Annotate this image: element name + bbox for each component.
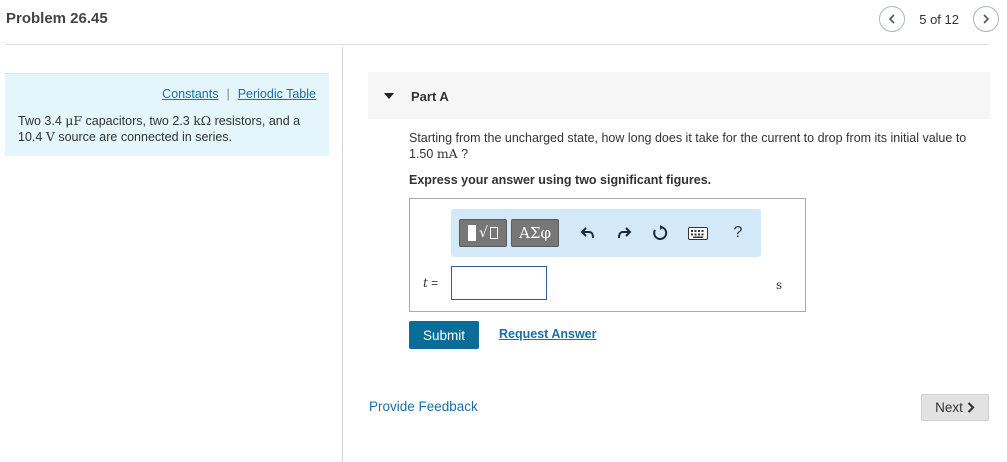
- keyboard-icon[interactable]: [688, 223, 708, 243]
- help-button[interactable]: ?: [728, 223, 748, 243]
- answer-unit: s: [776, 278, 783, 292]
- statement-text: capacitors, two 2.3: [82, 114, 194, 128]
- resource-links: Constants | Periodic Table: [162, 87, 316, 101]
- question-end: ?: [457, 147, 469, 161]
- question-unit: mA: [436, 146, 458, 161]
- link-separator: |: [226, 87, 230, 101]
- question-text: Starting from the uncharged state, how l…: [409, 130, 999, 162]
- request-answer-link[interactable]: Request Answer: [499, 327, 596, 341]
- provide-feedback-link[interactable]: Provide Feedback: [369, 399, 478, 414]
- problem-info-panel: Constants | Periodic Table Two 3.4 μF capa…: [5, 73, 329, 156]
- chevron-right-icon: [983, 14, 990, 24]
- part-label: Part A: [411, 89, 449, 104]
- problem-statement: Two 3.4 μF capacitors, two 2.3 kΩ resist…: [18, 113, 318, 145]
- statement-unit: μF: [65, 113, 83, 128]
- page-title: Problem 26.45: [6, 10, 108, 27]
- constants-link[interactable]: Constants: [162, 87, 218, 101]
- redo-icon[interactable]: [614, 223, 634, 243]
- templates-radical-icon: [468, 225, 477, 241]
- pager-position: 5 of 12: [919, 11, 959, 27]
- column-divider: [342, 47, 343, 462]
- answer-variable: t: [423, 276, 428, 290]
- undo-icon[interactable]: [578, 223, 598, 243]
- periodic-table-link[interactable]: Periodic Table: [238, 87, 316, 101]
- box-glyph: [489, 227, 498, 239]
- radical-glyph: √: [479, 225, 488, 241]
- header-divider: [6, 44, 989, 45]
- problem-pager: 5 of 12: [879, 6, 999, 32]
- answer-variable-label: t =: [423, 276, 438, 290]
- answer-instruction: Express your answer using two significan…: [409, 173, 712, 187]
- statement-unit: kΩ: [193, 113, 212, 128]
- chevron-right-icon: [967, 402, 975, 413]
- part-a-header[interactable]: Part A: [368, 72, 990, 119]
- question-line: Starting from the uncharged state, how l…: [409, 131, 967, 145]
- statement-unit: V: [45, 129, 55, 144]
- templates-button[interactable]: √: [459, 219, 507, 247]
- chevron-left-icon: [889, 14, 895, 24]
- submit-button[interactable]: Submit: [409, 321, 479, 349]
- answer-input[interactable]: [451, 266, 547, 300]
- math-toolbar: √ ΑΣφ ?: [451, 209, 761, 257]
- equals-sign: =: [431, 276, 439, 290]
- reset-icon[interactable]: [650, 223, 670, 243]
- answer-area: √ ΑΣφ ? t = s: [409, 198, 806, 312]
- greek-symbols-button[interactable]: ΑΣφ: [511, 219, 559, 247]
- question-value: 1.50: [409, 147, 437, 161]
- previous-problem-button[interactable]: [879, 6, 906, 32]
- next-problem-button[interactable]: [973, 6, 999, 32]
- next-button[interactable]: Next: [921, 394, 989, 421]
- collapse-caret-icon[interactable]: [384, 93, 394, 99]
- next-label: Next: [935, 400, 963, 415]
- statement-text: Two 3.4: [18, 114, 66, 128]
- statement-text: source are connected in series.: [54, 130, 233, 144]
